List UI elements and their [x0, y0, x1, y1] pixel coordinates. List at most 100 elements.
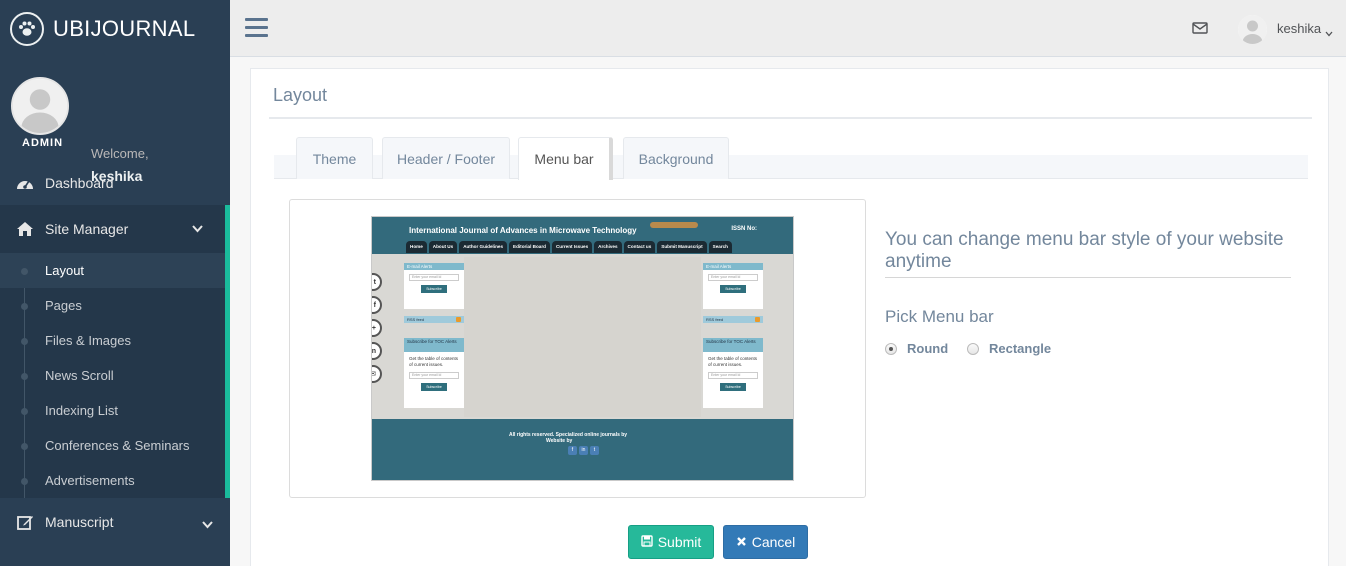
- avatar: [11, 77, 69, 135]
- paw-icon: [10, 11, 44, 46]
- radio-button[interactable]: [967, 342, 979, 355]
- radio-rectangle-label: Rectangle: [989, 341, 1052, 356]
- preview-input: Enter your email Id: [708, 274, 758, 281]
- preview-footer-social: f in t: [568, 446, 599, 455]
- preview-subscribe: Subscribe: [421, 285, 447, 293]
- site-manager-submenu: Layout Pages Files & Images News Scroll …: [0, 253, 225, 498]
- preview-nav-item: Editorial Board: [509, 241, 550, 253]
- preview-email-card: E-mail Alerts Enter your email Id Subscr…: [703, 263, 763, 309]
- radio-round[interactable]: Round: [885, 341, 948, 356]
- twitter-icon: t: [590, 446, 599, 455]
- twitter-icon: t: [372, 273, 382, 291]
- tab-header-footer[interactable]: Header / Footer: [382, 137, 510, 179]
- submit-button[interactable]: Submit: [628, 525, 714, 559]
- page-title: Layout: [273, 85, 328, 105]
- preview-card-heading: E-mail Alerts: [706, 264, 732, 269]
- brand[interactable]: UBIJOURNAL: [0, 0, 230, 57]
- preview-input: Enter your email Id: [708, 372, 758, 379]
- side-menu: Dashboard Site Manager Layout Pages File…: [0, 160, 230, 546]
- preview-issn: ISSN No:: [731, 226, 757, 232]
- sidebar-item-label: Site Manager: [45, 221, 129, 237]
- role-label: ADMIN: [22, 137, 64, 149]
- preview-subscribe: Subscribe: [720, 285, 746, 293]
- preview-nav-item: Author Guidelines: [459, 241, 508, 253]
- preview-rss-bar: RSS feed: [703, 316, 763, 323]
- preview-toc-card: Subscribe for TOC Alerts Get the table o…: [404, 338, 464, 408]
- sidebar-item-files-images[interactable]: Files & Images: [0, 323, 225, 358]
- preview-card-heading: Subscribe for TOC Alerts: [706, 339, 756, 344]
- chevron-down-icon: [192, 220, 203, 236]
- sidebar-item-manuscript[interactable]: Manuscript: [0, 498, 230, 546]
- preview-toc-text: Get the table of contents of current iss…: [409, 356, 459, 367]
- user-avatar[interactable]: [1238, 15, 1267, 44]
- preview-nav-item: About Us: [428, 241, 458, 253]
- linkedin-icon: in: [579, 446, 588, 455]
- preview-rss-bar: RSS feed: [404, 316, 464, 323]
- cancel-button[interactable]: Cancel: [723, 525, 808, 559]
- chevron-down-icon[interactable]: [1325, 24, 1333, 42]
- cancel-label: Cancel: [751, 534, 796, 550]
- preview-body: [464, 257, 701, 417]
- preview-footer-credit: Website by: [546, 438, 573, 444]
- tab-menu-bar[interactable]: Menu bar: [518, 137, 613, 180]
- preview-nav-item: Current Issues: [551, 241, 593, 253]
- mail-icon[interactable]: [1192, 21, 1208, 39]
- submit-label: Submit: [657, 534, 702, 550]
- preview-nav-item: Search: [708, 241, 732, 253]
- app-title: UBIJOURNAL: [53, 15, 196, 41]
- facebook-icon: f: [568, 446, 577, 455]
- radio-rectangle[interactable]: Rectangle: [967, 341, 1051, 356]
- radio-button-checked[interactable]: [885, 342, 897, 355]
- sidebar-item-layout[interactable]: Layout: [0, 253, 225, 288]
- preview-rss-label: RSS feed: [706, 317, 724, 322]
- preview-input: Enter your email Id: [409, 372, 459, 379]
- preview-nav-item: Submit Manuscript: [657, 241, 707, 253]
- site-manager-group: Site Manager Layout Pages Files & Images…: [0, 205, 230, 498]
- facebook-icon: f: [372, 296, 382, 314]
- sidebar-item-conferences[interactable]: Conferences & Seminars: [0, 428, 225, 463]
- sidebar-item-advertisements[interactable]: Advertisements: [0, 463, 225, 498]
- welcome-text: Welcome,: [91, 146, 149, 161]
- preview-card-heading: E-mail Alerts: [407, 264, 433, 269]
- preview-nav: Home About Us Author Guidelines Editoria…: [406, 241, 732, 253]
- user-menu[interactable]: keshika: [1277, 21, 1321, 36]
- mail-icon: ✉: [372, 365, 382, 383]
- preview-header: International Journal of Advances in Mic…: [372, 217, 793, 254]
- sidebar-item-site-manager[interactable]: Site Manager: [0, 205, 225, 253]
- layout-panel: Layout Theme Header / Footer Menu bar Ba…: [250, 68, 1329, 566]
- sidebar-item-dashboard[interactable]: Dashboard: [0, 160, 230, 205]
- rss-icon: [755, 317, 760, 322]
- sidebar-item-label: Manuscript: [45, 514, 114, 530]
- linkedin-icon: in: [372, 342, 382, 360]
- pick-menu-bar-label: Pick Menu bar: [885, 307, 994, 326]
- sidebar-item-indexing-list[interactable]: Indexing List: [0, 393, 225, 428]
- preview-image: International Journal of Advances in Mic…: [371, 216, 794, 481]
- sidebar-item-pages[interactable]: Pages: [0, 288, 225, 323]
- preview-journal-title: International Journal of Advances in Mic…: [409, 226, 637, 235]
- save-icon: [641, 534, 653, 550]
- edit-icon: [15, 512, 35, 532]
- preview-toc-card: Subscribe for TOC Alerts Get the table o…: [703, 338, 763, 408]
- radio-round-label: Round: [907, 341, 949, 356]
- preview-nav-item: Contact us: [623, 241, 656, 253]
- sidebar-item-label: Dashboard: [45, 174, 114, 191]
- settings-heading: You can change menu bar style of your we…: [885, 229, 1284, 272]
- profile: ADMIN Welcome, keshika: [0, 57, 230, 184]
- preview-subscribe: Subscribe: [720, 383, 746, 391]
- preview-nav-item: Archives: [594, 241, 622, 253]
- close-icon: [736, 534, 747, 550]
- tab-theme[interactable]: Theme: [296, 137, 373, 179]
- tab-background[interactable]: Background: [623, 137, 729, 179]
- preview-toc-text: Get the table of contents of current iss…: [708, 356, 758, 367]
- dashboard-icon: [15, 173, 35, 193]
- divider: [269, 117, 1312, 119]
- rss-icon: [456, 317, 461, 322]
- chevron-down-icon: [202, 516, 213, 532]
- preview-input: Enter your email Id: [409, 274, 459, 281]
- sidebar: UBIJOURNAL ADMIN Welcome, keshika Dashbo…: [0, 0, 230, 566]
- home-icon: [15, 219, 35, 239]
- menu-toggle-icon[interactable]: [245, 18, 268, 38]
- preview-card-heading: Subscribe for TOC Alerts: [407, 339, 457, 344]
- preview-subscribe: Subscribe: [421, 383, 447, 391]
- sidebar-item-news-scroll[interactable]: News Scroll: [0, 358, 225, 393]
